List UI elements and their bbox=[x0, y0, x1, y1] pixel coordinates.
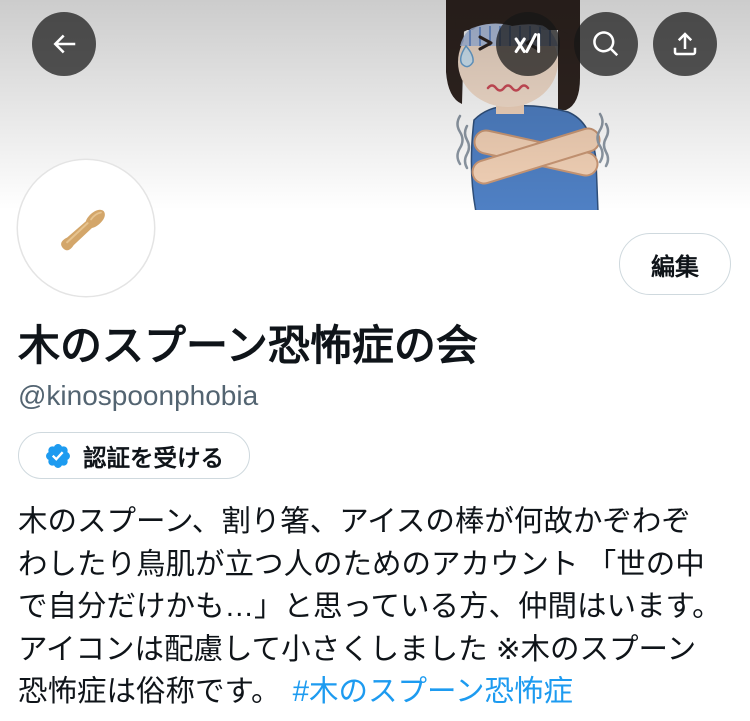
share-icon bbox=[673, 32, 697, 56]
share-button[interactable] bbox=[653, 12, 717, 76]
grok-icon bbox=[514, 33, 541, 53]
wooden-spoon-icon bbox=[61, 209, 105, 251]
get-verified-label: 認証を受ける bbox=[83, 444, 224, 471]
verified-badge-icon bbox=[44, 442, 72, 470]
grok-button[interactable] bbox=[496, 12, 560, 76]
avatar[interactable] bbox=[18, 160, 154, 296]
search-button[interactable] bbox=[574, 12, 638, 76]
bio-line: わしたり鳥肌が立つ人のためのアカウント 「世の中 bbox=[18, 547, 705, 581]
edit-profile-button[interactable]: 編集 bbox=[619, 233, 731, 295]
arrow-left-icon bbox=[53, 34, 76, 54]
profile-bio: 木のスプーン、割り箸、アイスの棒が何故かぞわぞ わしたり鳥肌が立つ人のためのアカ… bbox=[18, 501, 738, 714]
back-button[interactable] bbox=[32, 12, 96, 76]
get-verified-button[interactable]: 認証を受ける bbox=[18, 432, 250, 479]
bio-line-text: 恐怖症は俗称です。 bbox=[18, 675, 281, 708]
user-handle: @kinospoonphobia bbox=[18, 380, 259, 411]
search-icon bbox=[593, 31, 619, 57]
bio-line: 木のスプーン、割り箸、アイスの棒が何故かぞわぞ bbox=[18, 505, 691, 538]
bio-line: で自分だけかも…」と思っている方、仲間はいます。 bbox=[18, 590, 722, 623]
bio-line-last: 恐怖症は俗称です。 #木のスプーン恐怖症 bbox=[18, 671, 738, 714]
hashtag-link[interactable]: #木のスプーン恐怖症 bbox=[293, 675, 573, 708]
display-name: 木のスプーン恐怖症の会 bbox=[18, 322, 478, 369]
bio-line: アイコンは配慮して小さくしました ※木のスプーン bbox=[18, 632, 697, 666]
